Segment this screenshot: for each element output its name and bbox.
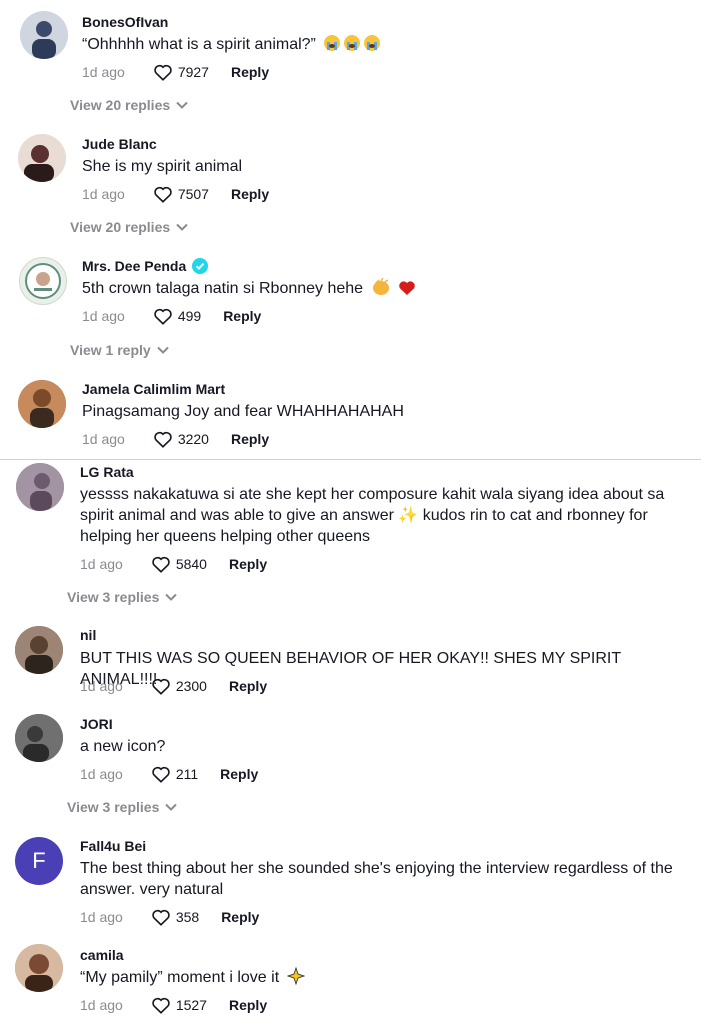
like-button[interactable]: 2300 [151,677,207,695]
like-button[interactable]: 499 [153,307,201,325]
view-replies-button[interactable]: View 20 replies [70,219,188,235]
view-replies-button[interactable]: View 3 replies [67,799,178,815]
comment-text: “Ohhhhh what is a spirit animal?” [82,34,697,58]
avatar[interactable] [16,463,64,511]
avatar[interactable]: F [15,837,63,885]
comment-time: 1d ago [82,64,125,80]
comment-meta: 1d ago 211 Reply [80,765,258,783]
comment-meta: 1d ago 499 Reply [82,307,261,325]
comment-meta: 1d ago 7927 Reply [82,63,269,81]
comment-text: The best thing about her she sounded she… [80,860,673,898]
like-count: 7507 [177,186,209,202]
heart-icon [152,766,170,783]
avatar[interactable] [20,11,68,59]
comment-username[interactable]: Fall4u Bei [80,838,146,854]
like-button[interactable]: 1527 [151,996,207,1014]
comment-text: Pinagsamang Joy and fear WHAHHAHAHAH [82,403,404,420]
avatar[interactable] [18,134,66,182]
heart-icon [154,431,172,448]
avatar[interactable] [19,257,67,305]
comment-text: She is my spirit animal [82,158,243,175]
chevron-down-icon [156,346,169,354]
clapping-hands-emoji-icon [371,277,391,302]
sparkles-emoji-icon [286,966,305,991]
comment-meta: 1d ago 358 Reply [80,908,259,926]
reply-button[interactable]: Reply [229,678,267,694]
comment-time: 1d ago [82,431,125,447]
avatar[interactable] [18,380,66,428]
avatar[interactable] [15,714,63,762]
like-count: 1527 [175,997,207,1013]
reply-button[interactable]: Reply [220,766,258,782]
like-count: 499 [177,308,202,324]
heart-icon [154,308,172,325]
comment-meta: 1d ago 1527 Reply [80,996,267,1014]
heart-icon [154,64,172,81]
avatar-letter: F [32,848,46,873]
view-replies-button[interactable]: View 1 reply [70,342,169,358]
comment-username[interactable]: nil [80,627,96,643]
comment-username[interactable]: LG Rata [80,464,134,480]
reply-button[interactable]: Reply [229,997,267,1013]
comment-username[interactable]: JORI [80,716,113,732]
reply-button[interactable]: Reply [229,556,267,572]
like-button[interactable]: 211 [151,765,198,783]
verified-badge-icon [192,258,209,274]
view-replies-button[interactable]: View 3 replies [67,589,178,605]
like-count: 3220 [177,431,209,447]
comment-text: a new icon? [80,738,166,755]
comment-username[interactable]: Jamela Calimlim Mart [82,381,225,397]
comment-text: “My pamily” moment i love it [80,966,697,991]
comment-username[interactable]: Jude Blanc [82,136,157,152]
like-count: 5840 [175,556,207,572]
heart-icon [152,997,170,1014]
like-button[interactable]: 5840 [151,555,207,573]
like-count: 2300 [175,678,207,694]
comment-text: 5th crown talaga natin si Rbonney hehe [82,277,697,302]
comment-time: 1d ago [80,556,123,572]
comment-username[interactable]: camila [80,947,124,963]
like-count: 358 [175,909,200,925]
like-button[interactable]: 3220 [153,430,209,448]
reply-button[interactable]: Reply [231,431,269,447]
comment-meta: 1d ago 3220 Reply [82,430,269,448]
chevron-down-icon [165,803,178,811]
comment-meta: 1d ago 7507 Reply [82,185,269,203]
avatar[interactable] [15,626,63,674]
comment-username[interactable]: Mrs. Dee Penda [82,258,209,274]
reply-button[interactable]: Reply [231,64,269,80]
divider [0,459,701,460]
comment-time: 1d ago [80,909,123,925]
heart-icon [152,556,170,573]
view-replies-button[interactable]: View 20 replies [70,97,188,113]
reply-button[interactable]: Reply [231,186,269,202]
like-button[interactable]: 7927 [153,63,209,81]
reply-button[interactable]: Reply [223,308,261,324]
comment-time: 1d ago [80,766,123,782]
comment-time: 1d ago [80,997,123,1013]
reply-button[interactable]: Reply [221,909,259,925]
chevron-down-icon [176,101,188,109]
heart-icon [152,678,170,695]
comment-time: 1d ago [82,308,125,324]
comment-time: 1d ago [82,186,125,202]
avatar[interactable] [15,944,63,992]
crying-face-emoji-icon [323,34,383,58]
comment-text: yessss nakakatuwa si ate she kept her co… [80,486,665,545]
like-button[interactable]: 7507 [153,185,209,203]
comment-time: 1d ago [80,678,123,694]
chevron-down-icon [176,223,188,231]
like-button[interactable]: 358 [151,908,199,926]
comment-meta: 1d ago 2300 Reply [80,677,267,695]
heart-icon [152,909,170,926]
like-count: 7927 [177,64,209,80]
comment-username[interactable]: BonesOfIvan [82,14,168,30]
red-heart-emoji-icon [398,279,416,302]
heart-icon [154,186,172,203]
like-count: 211 [175,766,199,782]
comment-meta: 1d ago 5840 Reply [80,555,267,573]
chevron-down-icon [165,593,178,601]
